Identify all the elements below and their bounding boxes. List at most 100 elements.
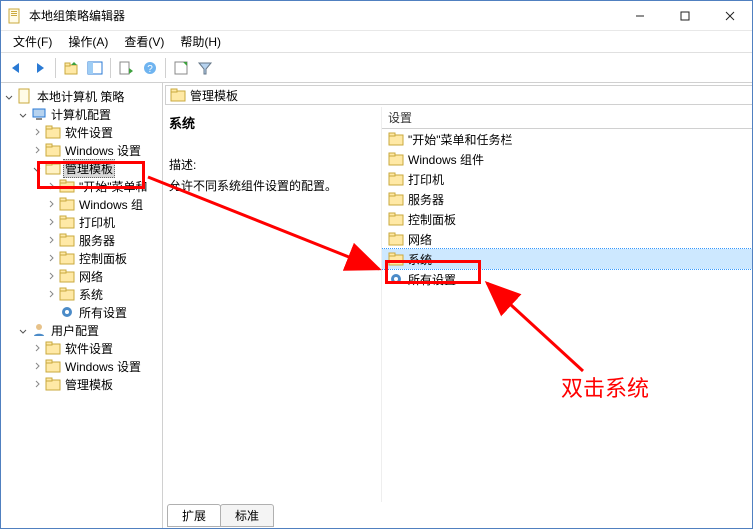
breadcrumb: 管理模板 xyxy=(165,85,752,105)
tree-user-config[interactable]: 用户配置 xyxy=(3,321,160,339)
tree-network[interactable]: 网络 xyxy=(3,267,160,285)
folder-open-icon xyxy=(45,160,61,176)
help-button[interactable]: ? xyxy=(139,57,161,79)
folder-icon xyxy=(45,358,61,374)
chevron-right-icon[interactable] xyxy=(45,180,57,192)
list-item[interactable]: 打印机 xyxy=(382,169,752,189)
tree-system[interactable]: 系统 xyxy=(3,285,160,303)
toolbar: ? xyxy=(1,53,752,83)
show-hide-tree-button[interactable] xyxy=(84,57,106,79)
list-item-label: "开始"菜单和任务栏 xyxy=(408,131,513,148)
detail-heading: 系统 xyxy=(169,113,377,132)
spacer xyxy=(45,306,57,318)
tree-printers[interactable]: 打印机 xyxy=(3,213,160,231)
breadcrumb-label: 管理模板 xyxy=(190,87,238,104)
tree-horizontal-scrollbar[interactable] xyxy=(1,512,162,528)
list-item-label: 控制面板 xyxy=(408,211,456,228)
tree-computer-config[interactable]: 计算机配置 xyxy=(3,105,160,123)
chevron-right-icon[interactable] xyxy=(31,378,43,390)
back-button[interactable] xyxy=(5,57,27,79)
close-button[interactable] xyxy=(707,1,752,30)
tree-label: 所有设置 xyxy=(77,304,129,321)
list-item[interactable]: 服务器 xyxy=(382,189,752,209)
chevron-down-icon[interactable] xyxy=(3,90,15,102)
tree-software-settings[interactable]: 软件设置 xyxy=(3,123,160,141)
forward-button[interactable] xyxy=(29,57,51,79)
list-item[interactable]: 网络 xyxy=(382,229,752,249)
chevron-right-icon[interactable] xyxy=(45,252,57,264)
folder-icon xyxy=(59,268,75,284)
list-item[interactable]: 控制面板 xyxy=(382,209,752,229)
tree-label: 管理模板 xyxy=(63,376,115,393)
tree-admin-templates[interactable]: 管理模板 xyxy=(3,159,160,177)
settings-icon xyxy=(59,304,75,320)
tree-scroll[interactable]: 本地计算机 策略 计算机配置 软件设置 Windows 设置 xyxy=(1,83,162,512)
tree-windows-settings[interactable]: Windows 设置 xyxy=(3,141,160,159)
menu-help[interactable]: 帮助(H) xyxy=(172,31,229,53)
chevron-right-icon[interactable] xyxy=(31,126,43,138)
tree-label: 服务器 xyxy=(77,232,117,249)
folder-icon xyxy=(59,196,75,212)
tree-all-settings[interactable]: 所有设置 xyxy=(3,303,160,321)
list-item-label: 所有设置 xyxy=(408,271,456,288)
chevron-down-icon[interactable] xyxy=(17,108,29,120)
chevron-right-icon[interactable] xyxy=(45,216,57,228)
export-list-button[interactable] xyxy=(115,57,137,79)
chevron-right-icon[interactable] xyxy=(45,198,57,210)
folder-icon xyxy=(388,211,404,227)
properties-button[interactable] xyxy=(170,57,192,79)
tab-extended[interactable]: 扩展 xyxy=(167,504,221,527)
tree-user-software[interactable]: 软件设置 xyxy=(3,339,160,357)
folder-icon xyxy=(170,87,186,103)
folder-icon xyxy=(45,340,61,356)
chevron-right-icon[interactable] xyxy=(45,270,57,282)
menu-file[interactable]: 文件(F) xyxy=(5,31,60,53)
tree-root[interactable]: 本地计算机 策略 xyxy=(3,87,160,105)
chevron-right-icon[interactable] xyxy=(45,234,57,246)
folder-icon xyxy=(59,232,75,248)
list-body[interactable]: "开始"菜单和任务栏 Windows 组件打印机服务器控制面板网络系统所有设置 xyxy=(382,129,752,486)
list-item[interactable]: 系统 xyxy=(382,249,752,269)
folder-icon xyxy=(388,231,404,247)
list-item[interactable]: "开始"菜单和任务栏 xyxy=(382,129,752,149)
tree-user-admin-templates[interactable]: 管理模板 xyxy=(3,375,160,393)
folder-icon xyxy=(388,191,404,207)
list-item-label: 打印机 xyxy=(408,171,444,188)
list-item[interactable]: 所有设置 xyxy=(382,269,752,289)
chevron-right-icon[interactable] xyxy=(31,342,43,354)
tree-control-panel[interactable]: 控制面板 xyxy=(3,249,160,267)
list-header-label: 设置 xyxy=(388,109,412,126)
folder-icon xyxy=(45,376,61,392)
chevron-right-icon[interactable] xyxy=(45,288,57,300)
tree-label: 软件设置 xyxy=(63,124,115,141)
tree-start-taskbar[interactable]: "开始"菜单和 xyxy=(3,177,160,195)
chevron-right-icon[interactable] xyxy=(31,144,43,156)
filter-button[interactable] xyxy=(194,57,216,79)
list-item-label: Windows 组件 xyxy=(408,151,484,168)
chevron-right-icon[interactable] xyxy=(31,360,43,372)
svg-text:?: ? xyxy=(147,64,153,75)
list-item-label: 系统 xyxy=(408,251,432,268)
tree-user-windows-settings[interactable]: Windows 设置 xyxy=(3,357,160,375)
maximize-button[interactable] xyxy=(662,1,707,30)
detail-desc-label: 描述: xyxy=(169,156,377,173)
tree-label: 网络 xyxy=(77,268,105,285)
chevron-down-icon[interactable] xyxy=(31,162,43,174)
up-button[interactable] xyxy=(60,57,82,79)
minimize-button[interactable] xyxy=(617,1,662,30)
tree-label: Windows 设置 xyxy=(63,142,143,159)
list-header[interactable]: 设置 xyxy=(382,107,752,129)
folder-icon xyxy=(388,151,404,167)
menu-view[interactable]: 查看(V) xyxy=(116,31,172,53)
list-horizontal-scrollbar[interactable] xyxy=(382,486,752,502)
tab-standard[interactable]: 标准 xyxy=(220,504,274,527)
tree-servers[interactable]: 服务器 xyxy=(3,231,160,249)
list-item-label: 服务器 xyxy=(408,191,444,208)
folder-icon xyxy=(388,131,404,147)
list-item[interactable]: Windows 组件 xyxy=(382,149,752,169)
tree-label: Windows 设置 xyxy=(63,358,143,375)
menu-action[interactable]: 操作(A) xyxy=(60,31,116,53)
detail-desc-text: 允许不同系统组件设置的配置。 xyxy=(169,177,377,194)
chevron-down-icon[interactable] xyxy=(17,324,29,336)
tree-windows-components[interactable]: Windows 组 xyxy=(3,195,160,213)
